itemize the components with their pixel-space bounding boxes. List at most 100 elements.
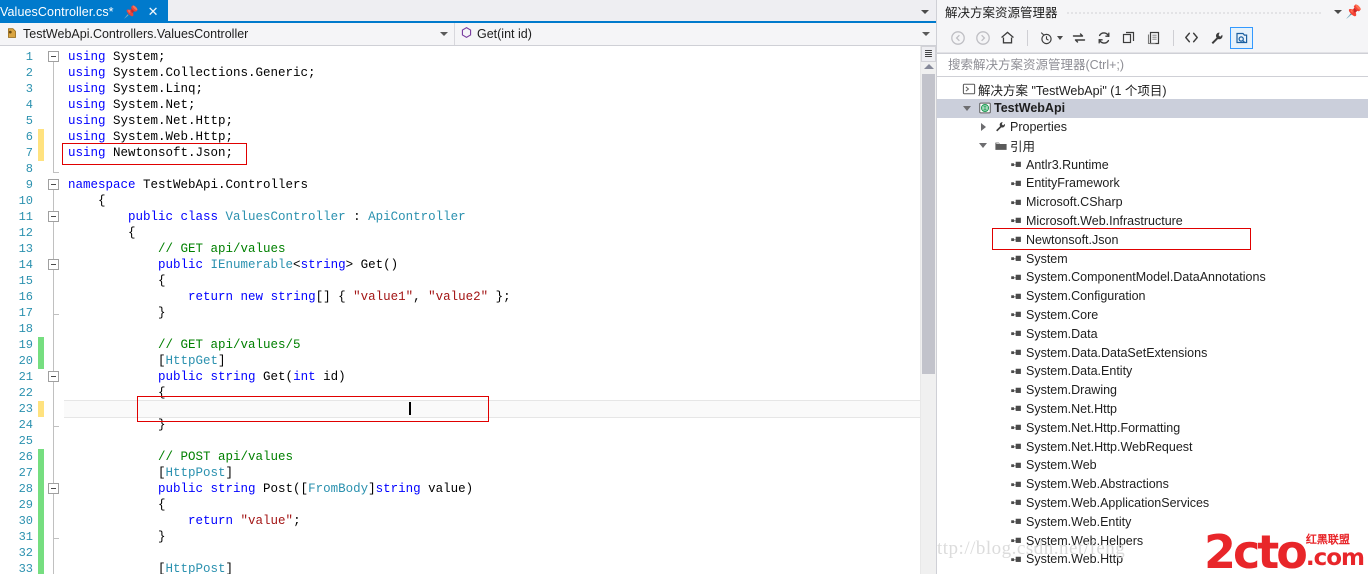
member-scope-dropdown[interactable]: Get(int id) [455, 23, 936, 45]
properties-icon[interactable] [1205, 27, 1228, 49]
auto-hide-button[interactable]: 📌 [1346, 5, 1362, 18]
code-line[interactable]: public string Get(int id) [64, 369, 920, 385]
code-line[interactable]: using System.Net; [64, 97, 920, 113]
tabstrip-overflow-button[interactable] [921, 0, 936, 23]
type-scope-dropdown[interactable]: TestWebApi.Controllers.ValuesController [0, 23, 455, 45]
pending-changes-filter-icon[interactable] [1034, 27, 1057, 49]
code-line[interactable]: using System.Linq; [64, 81, 920, 97]
scrollbar-thumb[interactable] [922, 74, 935, 374]
code-editor-pane: ValuesController.cs* 📌 ✕ TestWebApi.Cont… [0, 0, 936, 574]
tree-item[interactable]: 引用 [937, 136, 1368, 155]
code-line[interactable] [64, 433, 920, 449]
tree-item[interactable]: System.Data [937, 324, 1368, 343]
close-icon[interactable]: ✕ [148, 5, 159, 18]
code-line[interactable]: // GET api/values [64, 241, 920, 257]
editor-vertical-scrollbar[interactable]: ≣ [920, 46, 936, 574]
code-line[interactable]: { [64, 497, 920, 513]
code-line[interactable]: } [64, 417, 920, 433]
tree-item[interactable]: System.Net.Http [937, 400, 1368, 419]
code-line[interactable] [64, 161, 920, 177]
tree-item[interactable]: System [937, 249, 1368, 268]
code-line[interactable]: // POST api/values [64, 449, 920, 465]
code-line[interactable] [64, 321, 920, 337]
code-line[interactable]: return new string[] { "value1", "value2"… [64, 289, 920, 305]
tree-item[interactable]: System.ComponentModel.DataAnnotations [937, 268, 1368, 287]
code-line[interactable]: [HttpPost] [64, 561, 920, 574]
chevron-right-icon[interactable] [975, 123, 991, 131]
code-line[interactable]: namespace TestWebApi.Controllers [64, 177, 920, 193]
tree-item[interactable]: Microsoft.Web.Infrastructure [937, 212, 1368, 231]
code-line[interactable]: using System.Web.Http; [64, 129, 920, 145]
tree-item-label: System.Data [1026, 327, 1098, 341]
code-line[interactable]: public IEnumerable<string> Get() [64, 257, 920, 273]
preview-selected-items-icon[interactable] [1230, 27, 1253, 49]
solution-explorer-search[interactable] [937, 53, 1368, 77]
tree-item[interactable]: System.Web.Abstractions [937, 475, 1368, 494]
code-line[interactable]: using System; [64, 49, 920, 65]
show-all-files-icon[interactable] [1142, 27, 1165, 49]
code-line[interactable]: return "value"; [64, 513, 920, 529]
outlining-collapse-box[interactable] [48, 179, 59, 190]
outlining-collapse-box[interactable] [48, 51, 59, 62]
outlining-collapse-box[interactable] [48, 211, 59, 222]
outlining-collapse-box[interactable] [48, 483, 59, 494]
code-line[interactable]: public string Post([FromBody]string valu… [64, 481, 920, 497]
tree-item[interactable]: System.Net.Http.WebRequest [937, 437, 1368, 456]
splitter-icon: ≣ [924, 49, 933, 60]
search-input[interactable] [946, 57, 1368, 73]
forward-icon[interactable] [971, 27, 994, 49]
document-tab-valuescontroller[interactable]: ValuesController.cs* 📌 ✕ [0, 0, 168, 23]
tree-item[interactable]: System.Net.Http.Formatting [937, 418, 1368, 437]
outlining-collapse-box[interactable] [48, 371, 59, 382]
code-line[interactable]: [HttpGet] [64, 353, 920, 369]
chevron-down-icon[interactable] [959, 106, 975, 111]
tree-item[interactable]: System.Web [937, 456, 1368, 475]
code-line[interactable]: { [64, 385, 920, 401]
tree-item[interactable]: System.Web.Entity [937, 512, 1368, 531]
solution-tree[interactable]: http://blog.csdn.net/feng 2cto 红黑联盟 .com… [937, 77, 1368, 574]
view-code-icon[interactable] [1180, 27, 1203, 49]
tree-item[interactable]: System.Data.DataSetExtensions [937, 343, 1368, 362]
code-line[interactable]: { [64, 273, 920, 289]
code-line[interactable]: [HttpPost] [64, 465, 920, 481]
tree-item[interactable]: Microsoft.CSharp [937, 193, 1368, 212]
tree-item[interactable]: 解决方案 "TestWebApi" (1 个项目) [937, 80, 1368, 99]
outlining-margin[interactable] [44, 46, 64, 574]
tree-item[interactable]: System.Core [937, 306, 1368, 325]
window-menu-button[interactable] [1334, 10, 1342, 14]
scroll-up-arrow-icon[interactable] [924, 64, 934, 69]
code-line[interactable]: { [64, 225, 920, 241]
tree-item[interactable]: System.Web.ApplicationServices [937, 494, 1368, 513]
code-line[interactable]: } [64, 529, 920, 545]
back-icon[interactable] [946, 27, 969, 49]
tree-item[interactable]: System.Configuration [937, 287, 1368, 306]
tree-item[interactable]: EntityFramework [937, 174, 1368, 193]
tree-item[interactable]: System.Web.Http [937, 550, 1368, 569]
pin-icon[interactable]: 📌 [124, 6, 139, 18]
collapse-all-icon[interactable] [1117, 27, 1140, 49]
code-text-area[interactable]: using System;using System.Collections.Ge… [64, 46, 920, 574]
tree-item[interactable]: System.Drawing [937, 381, 1368, 400]
code-line[interactable] [64, 545, 920, 561]
code-line[interactable]: using System.Net.Http; [64, 113, 920, 129]
code-editor-surface[interactable]: 1234567891011121314151617181920212223242… [0, 46, 936, 574]
code-line[interactable]: using System.Collections.Generic; [64, 65, 920, 81]
code-line[interactable]: } [64, 305, 920, 321]
code-line[interactable]: public class ValuesController : ApiContr… [64, 209, 920, 225]
tree-item[interactable]: System.Web.Helpers [937, 531, 1368, 550]
tree-item[interactable]: TestWebApi [937, 99, 1368, 118]
sync-with-active-document-icon[interactable] [1067, 27, 1090, 49]
outlining-collapse-box[interactable] [48, 259, 59, 270]
refresh-icon[interactable] [1092, 27, 1115, 49]
editor-splitter-handle[interactable]: ≣ [921, 46, 936, 62]
code-line[interactable]: using Newtonsoft.Json; [64, 145, 920, 161]
chevron-down-icon[interactable] [975, 143, 991, 148]
code-line[interactable]: { [64, 193, 920, 209]
chevron-down-icon[interactable] [1057, 36, 1063, 40]
tree-item[interactable]: Newtonsoft.Json [937, 230, 1368, 249]
tree-item[interactable]: Antlr3.Runtime [937, 155, 1368, 174]
home-icon[interactable] [996, 27, 1019, 49]
tree-item[interactable]: Properties [937, 118, 1368, 137]
tree-item[interactable]: System.Data.Entity [937, 362, 1368, 381]
code-line[interactable]: // GET api/values/5 [64, 337, 920, 353]
